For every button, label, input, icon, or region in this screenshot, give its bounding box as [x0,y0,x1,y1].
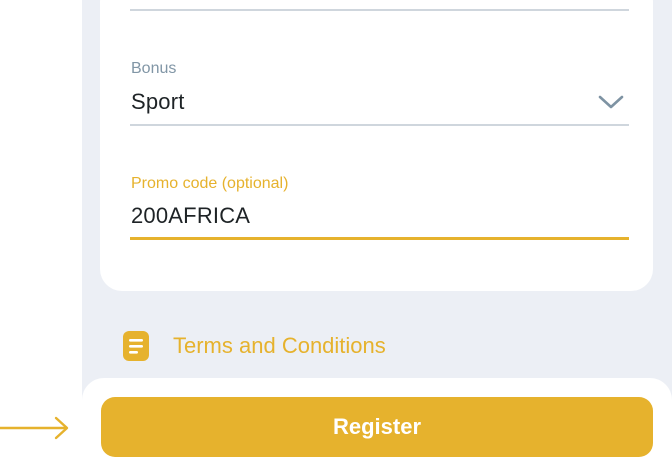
document-icon [123,331,149,361]
registration-screen: Bonus Sport Promo code (optional) 200AFR… [0,0,672,472]
chevron-down-icon[interactable] [597,92,625,112]
promo-code-input[interactable]: 200AFRICA [131,203,250,229]
bonus-label: Bonus [131,60,177,77]
terms-and-conditions-link[interactable]: Terms and Conditions [123,330,386,362]
form-card [100,0,653,291]
terms-label[interactable]: Terms and Conditions [173,333,386,359]
register-button[interactable]: Register [101,397,653,457]
arrow-right-icon [0,416,69,440]
previous-field-underline [130,9,629,11]
bonus-value[interactable]: Sport [131,89,185,115]
promo-code-label: Promo code (optional) [131,175,289,192]
promo-code-underline [130,237,629,240]
bonus-underline [130,124,629,126]
